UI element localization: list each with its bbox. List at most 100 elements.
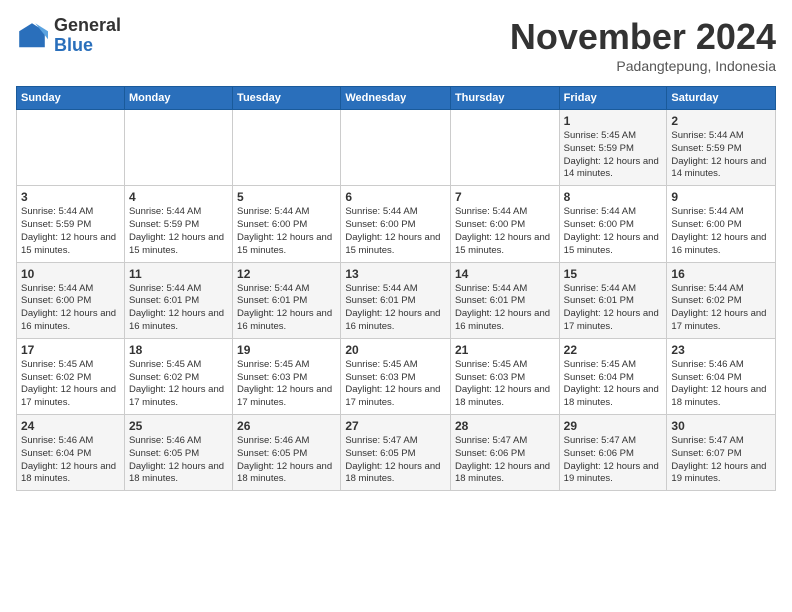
day-info: Sunrise: 5:44 AM Sunset: 6:02 PM Dayligh… [671, 283, 771, 334]
calendar-cell: 5 Sunrise: 5:44 AM Sunset: 6:00 PM Daylig… [233, 186, 341, 262]
calendar-cell: 26 Sunrise: 5:46 AM Sunset: 6:05 PM Dayli… [233, 415, 341, 491]
calendar-cell: 16 Sunrise: 5:44 AM Sunset: 6:02 PM Dayli… [667, 262, 776, 338]
calendar-cell: 13 Sunrise: 5:44 AM Sunset: 6:01 PM Dayli… [341, 262, 451, 338]
day-number: 8 [564, 190, 663, 204]
day-info: Sunrise: 5:45 AM Sunset: 6:02 PM Dayligh… [129, 359, 228, 410]
day-number: 7 [455, 190, 555, 204]
day-info: Sunrise: 5:44 AM Sunset: 6:00 PM Dayligh… [345, 206, 446, 257]
day-number: 12 [237, 267, 336, 281]
calendar-header-row: SundayMondayTuesdayWednesdayThursdayFrid… [17, 87, 776, 110]
calendar-table: SundayMondayTuesdayWednesdayThursdayFrid… [16, 86, 776, 491]
calendar-cell: 8 Sunrise: 5:44 AM Sunset: 6:00 PM Daylig… [559, 186, 667, 262]
day-info: Sunrise: 5:44 AM Sunset: 6:00 PM Dayligh… [455, 206, 555, 257]
day-number: 11 [129, 267, 228, 281]
month-title: November 2024 [510, 16, 776, 58]
day-info: Sunrise: 5:46 AM Sunset: 6:05 PM Dayligh… [237, 435, 336, 486]
day-info: Sunrise: 5:44 AM Sunset: 6:01 PM Dayligh… [237, 283, 336, 334]
calendar-cell: 30Sunrise: 5:47 AM Sunset: 6:07 PM Dayli… [667, 415, 776, 491]
day-number: 30 [671, 419, 771, 433]
day-info: Sunrise: 5:47 AM Sunset: 6:06 PM Dayligh… [564, 435, 663, 486]
day-info: Sunrise: 5:46 AM Sunset: 6:04 PM Dayligh… [671, 359, 771, 410]
calendar-week-1: 1Sunrise: 5:45 AM Sunset: 5:59 PM Daylig… [17, 110, 776, 186]
calendar-week-2: 3 Sunrise: 5:44 AM Sunset: 5:59 PM Daylig… [17, 186, 776, 262]
day-info: Sunrise: 5:44 AM Sunset: 6:01 PM Dayligh… [345, 283, 446, 334]
day-number: 24 [21, 419, 120, 433]
day-number: 28 [455, 419, 555, 433]
calendar-cell [233, 110, 341, 186]
day-number: 21 [455, 343, 555, 357]
calendar-cell: 27 Sunrise: 5:47 AM Sunset: 6:05 PM Dayli… [341, 415, 451, 491]
day-info: Sunrise: 5:44 AM Sunset: 5:59 PM Dayligh… [129, 206, 228, 257]
day-info: Sunrise: 5:46 AM Sunset: 6:05 PM Dayligh… [129, 435, 228, 486]
day-info: Sunrise: 5:44 AM Sunset: 6:00 PM Dayligh… [237, 206, 336, 257]
day-info: Sunrise: 5:44 AM Sunset: 5:59 PM Dayligh… [21, 206, 120, 257]
logo-icon [16, 20, 48, 52]
day-info: Sunrise: 5:45 AM Sunset: 6:02 PM Dayligh… [21, 359, 120, 410]
day-number: 27 [345, 419, 446, 433]
calendar-cell: 24 Sunrise: 5:46 AM Sunset: 6:04 PM Dayli… [17, 415, 125, 491]
day-info: Sunrise: 5:44 AM Sunset: 6:00 PM Dayligh… [671, 206, 771, 257]
calendar-cell: 14 Sunrise: 5:44 AM Sunset: 6:01 PM Dayli… [450, 262, 559, 338]
day-info: Sunrise: 5:44 AM Sunset: 5:59 PM Dayligh… [671, 130, 771, 181]
day-number: 15 [564, 267, 663, 281]
title-section: November 2024 Padangtepung, Indonesia [510, 16, 776, 74]
calendar-cell: 6 Sunrise: 5:44 AM Sunset: 6:00 PM Daylig… [341, 186, 451, 262]
day-number: 1 [564, 114, 663, 128]
day-number: 13 [345, 267, 446, 281]
calendar-cell: 17 Sunrise: 5:45 AM Sunset: 6:02 PM Dayli… [17, 338, 125, 414]
day-number: 26 [237, 419, 336, 433]
calendar-cell: 28 Sunrise: 5:47 AM Sunset: 6:06 PM Dayli… [450, 415, 559, 491]
calendar-cell: 4 Sunrise: 5:44 AM Sunset: 5:59 PM Daylig… [124, 186, 232, 262]
day-info: Sunrise: 5:45 AM Sunset: 6:03 PM Dayligh… [237, 359, 336, 410]
calendar-cell [124, 110, 232, 186]
calendar-cell: 3 Sunrise: 5:44 AM Sunset: 5:59 PM Daylig… [17, 186, 125, 262]
location-subtitle: Padangtepung, Indonesia [510, 58, 776, 74]
logo-blue: Blue [54, 36, 121, 56]
day-number: 5 [237, 190, 336, 204]
calendar-cell: 7 Sunrise: 5:44 AM Sunset: 6:00 PM Daylig… [450, 186, 559, 262]
calendar-cell: 19 Sunrise: 5:45 AM Sunset: 6:03 PM Dayli… [233, 338, 341, 414]
day-number: 6 [345, 190, 446, 204]
col-header-friday: Friday [559, 87, 667, 110]
day-number: 9 [671, 190, 771, 204]
day-number: 17 [21, 343, 120, 357]
day-info: Sunrise: 5:45 AM Sunset: 6:03 PM Dayligh… [345, 359, 446, 410]
day-info: Sunrise: 5:44 AM Sunset: 6:00 PM Dayligh… [564, 206, 663, 257]
calendar-cell: 21Sunrise: 5:45 AM Sunset: 6:03 PM Dayli… [450, 338, 559, 414]
calendar-cell: 2 Sunrise: 5:44 AM Sunset: 5:59 PM Daylig… [667, 110, 776, 186]
calendar-cell: 25 Sunrise: 5:46 AM Sunset: 6:05 PM Dayli… [124, 415, 232, 491]
day-info: Sunrise: 5:47 AM Sunset: 6:06 PM Dayligh… [455, 435, 555, 486]
day-number: 25 [129, 419, 228, 433]
day-number: 23 [671, 343, 771, 357]
calendar-cell: 29Sunrise: 5:47 AM Sunset: 6:06 PM Dayli… [559, 415, 667, 491]
day-number: 14 [455, 267, 555, 281]
calendar-cell: 9 Sunrise: 5:44 AM Sunset: 6:00 PM Daylig… [667, 186, 776, 262]
col-header-wednesday: Wednesday [341, 87, 451, 110]
col-header-saturday: Saturday [667, 87, 776, 110]
day-info: Sunrise: 5:45 AM Sunset: 6:04 PM Dayligh… [564, 359, 663, 410]
page-header: General Blue November 2024 Padangtepung,… [16, 16, 776, 74]
day-info: Sunrise: 5:46 AM Sunset: 6:04 PM Dayligh… [21, 435, 120, 486]
calendar-cell: 18 Sunrise: 5:45 AM Sunset: 6:02 PM Dayli… [124, 338, 232, 414]
day-info: Sunrise: 5:44 AM Sunset: 6:00 PM Dayligh… [21, 283, 120, 334]
day-info: Sunrise: 5:44 AM Sunset: 6:01 PM Dayligh… [564, 283, 663, 334]
day-info: Sunrise: 5:44 AM Sunset: 6:01 PM Dayligh… [455, 283, 555, 334]
day-number: 20 [345, 343, 446, 357]
day-number: 3 [21, 190, 120, 204]
calendar-cell: 15 Sunrise: 5:44 AM Sunset: 6:01 PM Dayli… [559, 262, 667, 338]
day-number: 18 [129, 343, 228, 357]
col-header-thursday: Thursday [450, 87, 559, 110]
day-info: Sunrise: 5:47 AM Sunset: 6:05 PM Dayligh… [345, 435, 446, 486]
calendar-cell: 20 Sunrise: 5:45 AM Sunset: 6:03 PM Dayli… [341, 338, 451, 414]
day-number: 19 [237, 343, 336, 357]
logo: General Blue [16, 16, 121, 56]
calendar-week-5: 24 Sunrise: 5:46 AM Sunset: 6:04 PM Dayli… [17, 415, 776, 491]
calendar-week-3: 10Sunrise: 5:44 AM Sunset: 6:00 PM Dayli… [17, 262, 776, 338]
calendar-cell: 11 Sunrise: 5:44 AM Sunset: 6:01 PM Dayli… [124, 262, 232, 338]
day-number: 2 [671, 114, 771, 128]
calendar-cell: 12 Sunrise: 5:44 AM Sunset: 6:01 PM Dayli… [233, 262, 341, 338]
day-info: Sunrise: 5:44 AM Sunset: 6:01 PM Dayligh… [129, 283, 228, 334]
day-number: 4 [129, 190, 228, 204]
calendar-cell [17, 110, 125, 186]
day-number: 16 [671, 267, 771, 281]
